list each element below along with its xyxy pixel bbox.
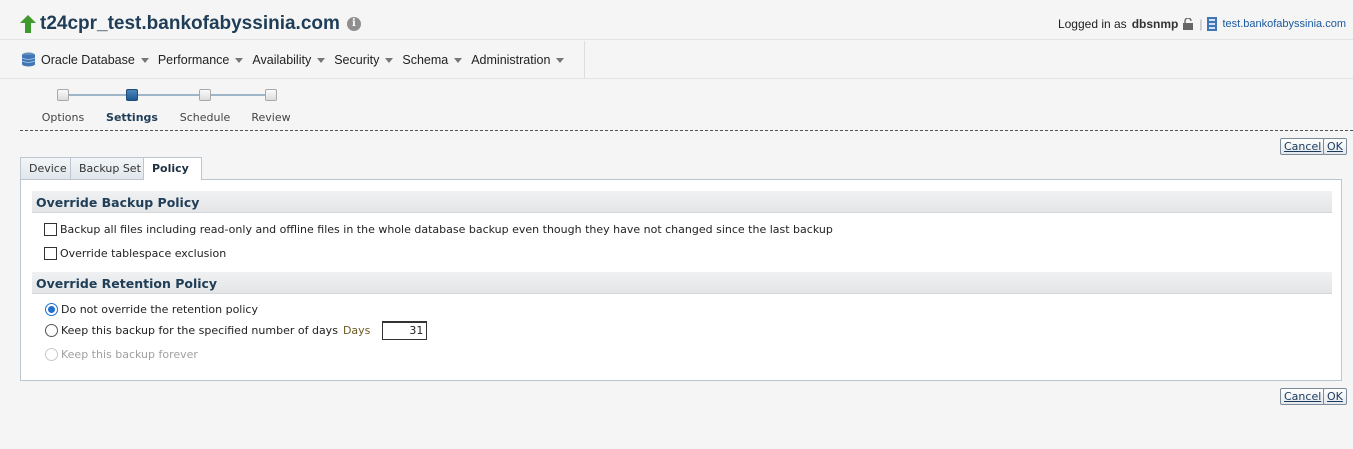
menu-label: Schema (402, 52, 449, 67)
menu-schema[interactable]: Schema (402, 52, 463, 67)
ok-button[interactable]: OK (1323, 138, 1347, 155)
host-link[interactable]: test.bankofabyssinia.com (1222, 18, 1346, 30)
separator: | (1199, 17, 1203, 31)
up-arrow-icon (20, 15, 36, 33)
wizard-train: Options Settings Schedule Review (0, 84, 1353, 132)
backup-all-row[interactable]: Backup all files including read-only and… (44, 223, 833, 236)
train-stop-review[interactable] (265, 89, 277, 101)
train-label-schedule[interactable]: Schedule (180, 111, 231, 124)
chevron-down-icon (317, 58, 326, 63)
override-tablespace-label[interactable]: Override tablespace exclusion (60, 247, 226, 260)
override-tablespace-checkbox[interactable] (44, 247, 57, 260)
keep-forever-row: Keep this backup forever (45, 348, 198, 361)
keep-days-label[interactable]: Keep this backup for the specified numbe… (61, 324, 338, 337)
menu-availability[interactable]: Availability (252, 52, 326, 67)
tab-backup-set[interactable]: Backup Set (70, 157, 150, 179)
chevron-down-icon (235, 58, 244, 63)
cancel-button-bottom[interactable]: Cancel (1280, 388, 1326, 405)
menu-security[interactable]: Security (334, 52, 394, 67)
page-title: t24cpr_test.bankofabyssinia.com i (20, 13, 361, 35)
chevron-down-icon (454, 58, 463, 63)
train-connector (69, 94, 126, 96)
days-input[interactable]: 31 (382, 321, 428, 340)
menu-oracle-database[interactable]: Oracle Database (21, 52, 149, 67)
user-area: Logged in as dbsnmp | test.bankofabyssin… (1058, 17, 1346, 31)
train-label-settings: Settings (106, 111, 158, 124)
ok-button-bottom[interactable]: OK (1323, 388, 1347, 405)
backup-all-label[interactable]: Backup all files including read-only and… (60, 223, 833, 236)
chevron-down-icon (140, 58, 149, 63)
menu-label: Performance (157, 52, 230, 67)
train-stop-options[interactable] (57, 89, 69, 101)
no-override-label[interactable]: Do not override the retention policy (61, 303, 258, 316)
divider (0, 78, 1353, 79)
train-stop-settings (126, 89, 138, 101)
host-icon (1207, 17, 1218, 31)
section-header-override-backup: Override Backup Policy (32, 191, 1332, 213)
divider (20, 130, 1353, 131)
menu-performance[interactable]: Performance (158, 53, 244, 67)
menu-administration[interactable]: Administration (471, 52, 565, 67)
no-override-row[interactable]: Do not override the retention policy (45, 303, 258, 316)
policy-panel: Override Backup Policy Backup all files … (20, 179, 1342, 381)
days-label: Days (342, 324, 371, 337)
train-connector (138, 94, 199, 96)
train-connector (211, 94, 265, 96)
keep-days-radio[interactable] (45, 324, 58, 337)
backup-all-checkbox[interactable] (44, 223, 57, 236)
keep-days-row[interactable]: Keep this backup for the specified numbe… (45, 321, 428, 340)
tablespace-row[interactable]: Override tablespace exclusion (44, 247, 226, 260)
chevron-down-icon (385, 58, 394, 63)
train-label-review[interactable]: Review (251, 111, 290, 124)
username: dbsnmp (1131, 17, 1179, 31)
logged-in-label: Logged in as (1057, 17, 1127, 31)
keep-forever-label: Keep this backup forever (61, 348, 198, 361)
menu-label: Availability (252, 52, 312, 67)
database-icon (21, 52, 36, 67)
menu-label: Oracle Database (41, 52, 135, 67)
tab-device[interactable]: Device (20, 157, 76, 179)
tab-policy[interactable]: Policy (143, 157, 202, 180)
section-header-retention: Override Retention Policy (32, 272, 1332, 294)
no-override-radio[interactable] (45, 303, 58, 316)
menu-label: Administration (471, 52, 551, 67)
lock-icon[interactable] (1182, 18, 1194, 30)
train-stop-schedule[interactable] (199, 89, 211, 101)
cancel-button[interactable]: Cancel (1280, 138, 1326, 155)
menu-bar: Oracle Database Performance Availability… (0, 41, 585, 78)
keep-forever-radio (45, 348, 58, 361)
chevron-down-icon (556, 58, 565, 63)
page-header: t24cpr_test.bankofabyssinia.com i Logged… (0, 0, 1353, 40)
info-icon[interactable]: i (346, 17, 361, 31)
menu-label: Security (334, 52, 380, 67)
train-label-options[interactable]: Options (42, 111, 84, 124)
target-name: t24cpr_test.bankofabyssinia.com (40, 13, 340, 34)
